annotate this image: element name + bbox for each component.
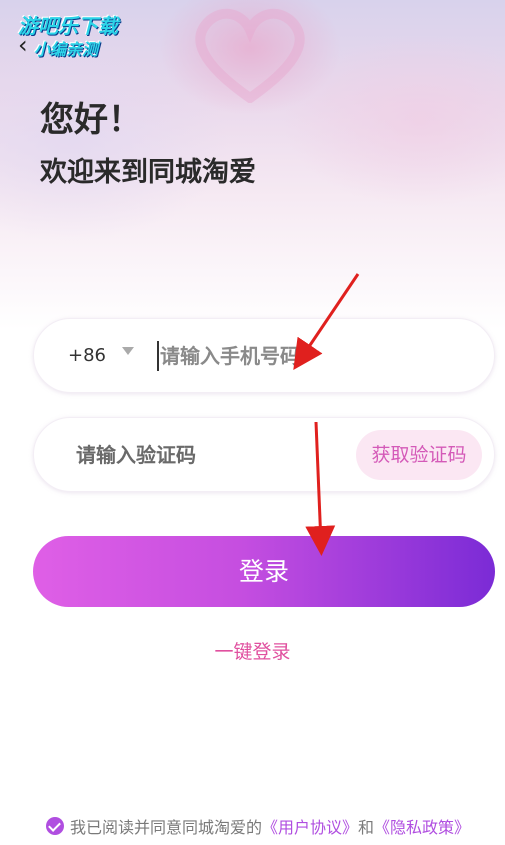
country-code-selector[interactable]: +86: [68, 345, 106, 366]
welcome-subtitle: 欢迎来到同城淘爱: [40, 157, 256, 188]
get-code-button[interactable]: 获取验证码: [356, 430, 482, 480]
agreement-prefix: 我已阅读并同意同城淘爱的: [70, 818, 263, 837]
user-agreement-link[interactable]: 《用户协议》: [262, 814, 358, 838]
privacy-policy-link[interactable]: 《隐私政策》: [374, 814, 470, 838]
agreement-row: 我已阅读并同意同城淘爱的 《用户协议》 和 《隐私政策》: [46, 814, 470, 838]
phone-field: +86: [33, 318, 495, 393]
back-icon[interactable]: ‹: [18, 32, 44, 58]
quick-login-link[interactable]: 一键登录: [0, 637, 505, 664]
verification-code-input[interactable]: [76, 438, 276, 472]
greeting-title: 您好！: [40, 100, 142, 140]
agreement-and: 和: [358, 818, 375, 837]
chevron-down-icon[interactable]: [122, 347, 134, 355]
text-cursor: [157, 341, 159, 371]
verification-code-field: 获取验证码: [33, 417, 495, 492]
phone-input[interactable]: [160, 339, 360, 373]
login-button[interactable]: 登录: [33, 536, 495, 607]
agreement-checkbox-icon[interactable]: [46, 817, 64, 835]
heart-decoration: [195, 8, 305, 103]
